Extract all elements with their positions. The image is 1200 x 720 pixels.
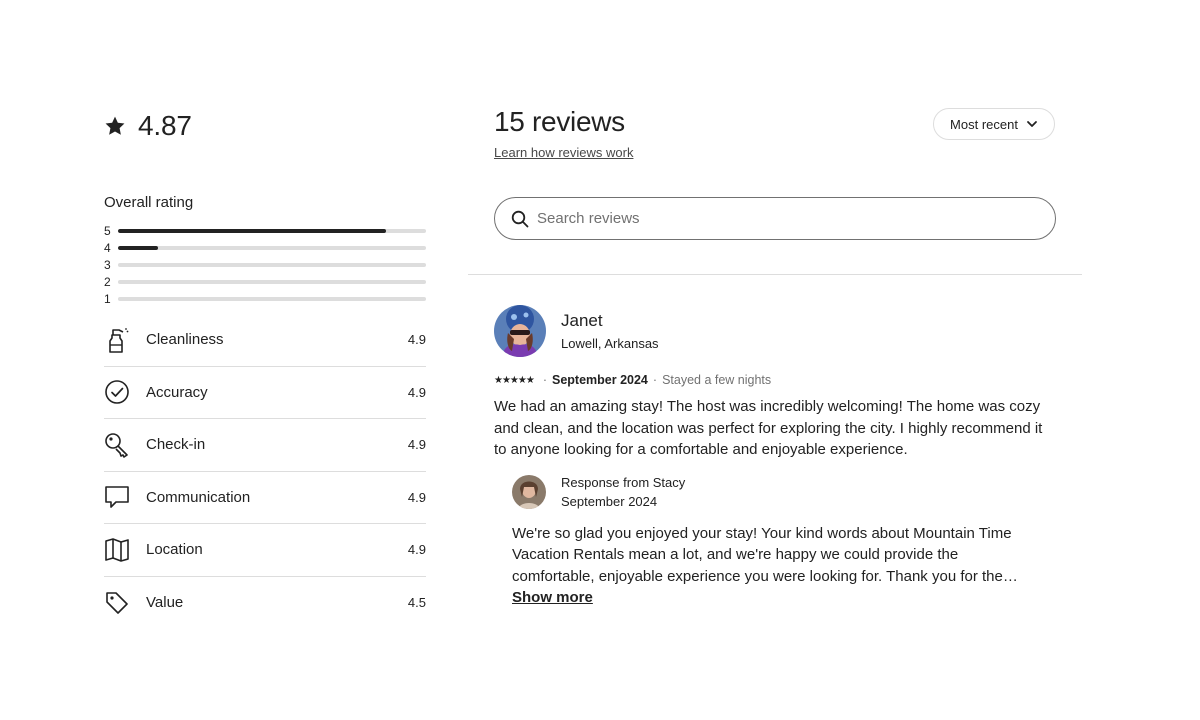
category-score: 4.9: [407, 332, 426, 348]
category-ratings: Cleanliness 4.9 Accuracy 4.9 Check-in 4.9 Comm…: [104, 314, 426, 629]
category-name: Communication: [146, 488, 251, 506]
rating-bar-row: 3: [104, 256, 426, 273]
rating-bar-label: 3: [104, 257, 111, 272]
search-icon: [511, 210, 529, 227]
map-icon: [104, 536, 130, 564]
learn-reviews-link[interactable]: Learn how reviews work: [494, 145, 633, 160]
rating-bar-fill: [118, 228, 386, 233]
rating-bar-track: [118, 245, 426, 250]
category-name: Accuracy: [146, 383, 208, 401]
category-score: 4.5: [407, 595, 426, 611]
category-row-location: Location 4.9: [104, 524, 426, 577]
reviewer-info: Janet Lowell, Arkansas: [494, 305, 1064, 357]
category-row-cleanliness: Cleanliness 4.9: [104, 314, 426, 367]
section-divider: [468, 274, 1082, 275]
category-score: 4.9: [407, 489, 426, 505]
review-date: September 2024: [552, 373, 648, 387]
response-date: September 2024: [561, 493, 658, 509]
review-meta: ★★★★★ · September 2024 · Stayed a few ni…: [494, 373, 1064, 387]
check-circle-icon: [104, 378, 130, 406]
host-response-header: Response from Stacy September 2024: [512, 474, 1052, 509]
overall-rating: Overall rating 5 4 3 2 1: [104, 194, 426, 307]
rating-bar-fill: [118, 245, 159, 250]
response-text: We're so glad you enjoyed your stay! You…: [512, 524, 1018, 585]
tag-icon: [104, 589, 130, 617]
review-card: Janet Lowell, Arkansas ★★★★★ · September…: [494, 305, 1064, 607]
rating-bar-track: [118, 279, 426, 284]
average-rating-value: 4.87: [138, 110, 192, 141]
category-name: Cleanliness: [146, 331, 224, 349]
category-name: Location: [146, 541, 203, 559]
overall-rating-title: Overall rating: [104, 194, 194, 211]
rating-bar-track: [118, 262, 426, 267]
rating-bar-track: [118, 228, 426, 233]
spray-bottle-icon: [104, 326, 130, 354]
sort-dropdown[interactable]: Most recent: [933, 108, 1055, 140]
category-row-accuracy: Accuracy 4.9: [104, 367, 426, 419]
response-from: Response from Stacy: [561, 474, 686, 490]
search-reviews-box[interactable]: [494, 197, 1056, 240]
rating-bar-label: 1: [104, 291, 111, 306]
review-star-rating: ★★★★★: [494, 374, 535, 386]
rating-distribution: 5 4 3 2 1: [104, 222, 426, 307]
rating-bar-label: 2: [104, 274, 111, 289]
average-rating: 4.87: [104, 110, 192, 142]
search-reviews-input[interactable]: [537, 210, 1017, 227]
show-more-link[interactable]: Show more: [512, 589, 593, 606]
category-row-value: Value 4.5: [104, 577, 426, 630]
key-icon: [104, 431, 130, 459]
chevron-down-icon: [1027, 121, 1037, 127]
review-text: We had an amazing stay! The host was inc…: [494, 398, 1043, 458]
meta-separator: ·: [542, 373, 547, 387]
rating-bar-label: 4: [104, 240, 111, 255]
reviewer-name: Janet: [561, 311, 603, 330]
category-row-communication: Communication 4.9: [104, 472, 426, 524]
category-row-check-in: Check-in 4.9: [104, 419, 426, 472]
category-score: 4.9: [407, 437, 426, 453]
rating-bar-row: 1: [104, 290, 426, 307]
reviewer-avatar[interactable]: [494, 305, 546, 357]
category-name: Value: [146, 594, 184, 612]
review-stars: ★★★★★: [494, 374, 535, 386]
rating-bar-row: 2: [104, 273, 426, 290]
category-name: Check-in: [146, 436, 206, 454]
chat-bubble-icon: [104, 483, 130, 511]
star-icon: [105, 116, 125, 135]
host-response: Response from Stacy September 2024 We're…: [512, 474, 1052, 608]
reviewer-location: Lowell, Arkansas: [561, 336, 659, 351]
meta-separator: ·: [652, 373, 658, 387]
category-score: 4.9: [407, 384, 426, 400]
rating-bar-track: [118, 296, 426, 301]
stay-length: Stayed a few nights: [662, 373, 772, 387]
category-score: 4.9: [407, 542, 426, 558]
rating-bar-label: 5: [104, 223, 111, 238]
sort-dropdown-label: Most recent: [950, 116, 1018, 132]
rating-bar-row: 5: [104, 222, 426, 239]
rating-bar-row: 4: [104, 239, 426, 256]
reviews-count-title: 15 reviews: [494, 106, 625, 137]
host-avatar[interactable]: [512, 474, 546, 509]
